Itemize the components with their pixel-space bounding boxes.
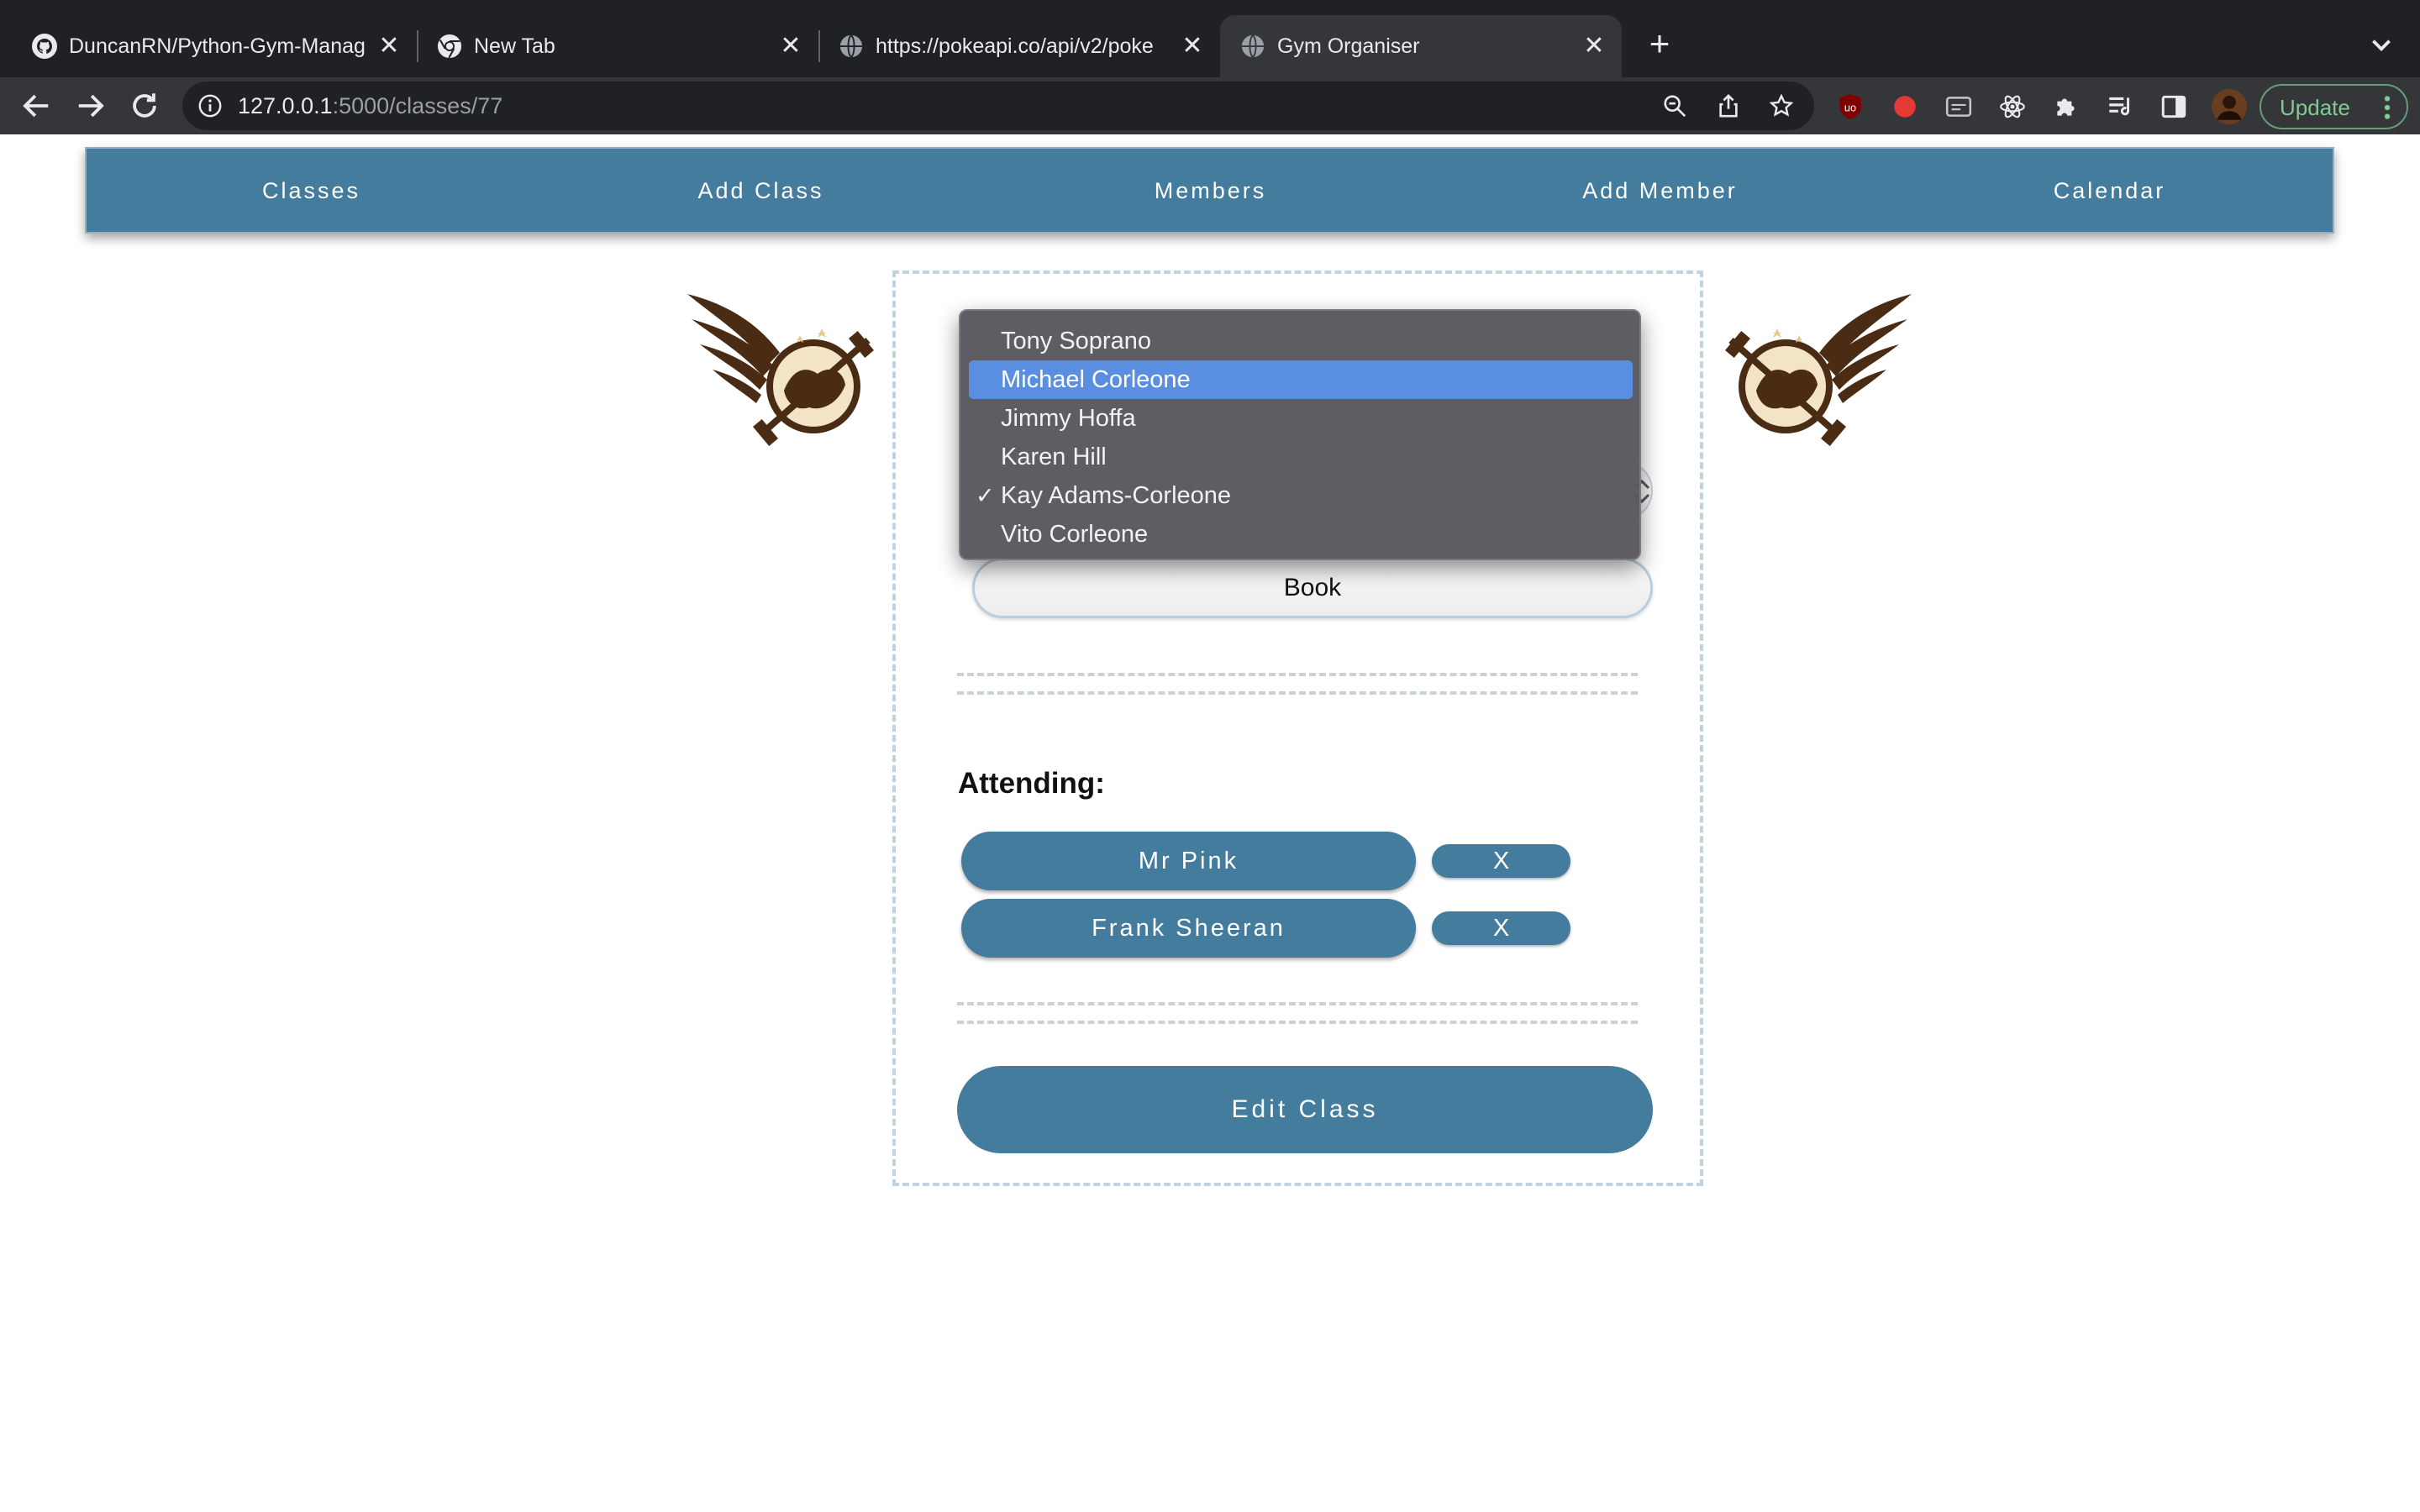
option-label: Kay Adams-Corleone — [1001, 482, 1232, 509]
react-devtools-icon[interactable] — [1998, 92, 2027, 121]
attending-heading: Attending: — [958, 767, 1105, 800]
extensions-puzzle-icon[interactable] — [2052, 92, 2081, 121]
option-label: Vito Corleone — [1001, 521, 1149, 548]
site-info-icon[interactable] — [197, 93, 223, 118]
new-tab-button[interactable]: + — [1643, 26, 1676, 61]
dropdown-option[interactable]: Karen Hill — [969, 438, 1633, 476]
back-arrow-icon[interactable] — [20, 90, 52, 122]
close-tab-icon[interactable]: ✕ — [778, 34, 803, 59]
browser-toolbar: 127.0.0.1:5000/classes/77 uo Update — [0, 77, 2420, 134]
attendee-button[interactable]: Mr Pink — [961, 832, 1416, 890]
reload-icon[interactable] — [129, 90, 160, 122]
attendee-button[interactable]: Frank Sheeran — [961, 899, 1416, 958]
forward-arrow-icon[interactable] — [75, 90, 107, 122]
css-extension-icon[interactable] — [1944, 92, 1973, 121]
tab-title: Gym Organiser — [1277, 34, 1420, 58]
browser-tab-pokeapi[interactable]: https://pokeapi.co/api/v2/poke ✕ — [818, 15, 1222, 77]
browser-tab-strip: DuncanRN/Python-Gym-Manag ✕ New Tab ✕ ht… — [0, 0, 2420, 77]
remove-attendee-button[interactable]: X — [1432, 844, 1570, 878]
close-tab-icon[interactable]: ✕ — [1581, 34, 1607, 59]
tab-title: DuncanRN/Python-Gym-Manag — [69, 34, 366, 58]
url-path: :5000/classes/77 — [332, 93, 503, 118]
ublock-extension-icon[interactable]: uo — [1836, 92, 1865, 121]
tab-title: https://pokeapi.co/api/v2/poke — [876, 34, 1154, 58]
option-label: Jimmy Hoffa — [1001, 405, 1136, 432]
url-host: 127.0.0.1 — [238, 93, 333, 118]
member-dropdown-menu: Tony Soprano Michael Corleone Jimmy Hoff… — [959, 309, 1641, 560]
more-menu-icon[interactable] — [2379, 93, 2396, 122]
zoom-out-icon[interactable] — [1662, 93, 1687, 118]
option-label: Tony Soprano — [1001, 328, 1151, 354]
divider — [957, 673, 1638, 695]
close-tab-icon[interactable]: ✕ — [376, 34, 402, 59]
chevron-down-icon[interactable] — [2367, 30, 2396, 59]
edit-class-button[interactable]: Edit Class — [957, 1066, 1653, 1153]
nav-members[interactable]: Members — [986, 149, 1435, 233]
option-label: Michael Corleone — [1001, 366, 1191, 393]
reading-list-icon[interactable] — [2106, 92, 2134, 121]
github-icon — [32, 34, 57, 59]
address-bar[interactable]: 127.0.0.1:5000/classes/77 — [182, 81, 1814, 130]
dropdown-option-highlighted[interactable]: Michael Corleone — [969, 360, 1633, 399]
nav-add-member[interactable]: Add Member — [1435, 149, 1885, 233]
globe-icon — [1241, 34, 1265, 58]
avatar[interactable] — [2212, 89, 2247, 124]
nav-classes[interactable]: Classes — [87, 149, 536, 233]
bookmark-star-icon[interactable] — [1769, 93, 1794, 118]
divider — [957, 1002, 1638, 1024]
nav-calendar[interactable]: Calendar — [1885, 149, 2334, 233]
browser-tab-gym-organiser[interactable]: Gym Organiser ✕ — [1220, 15, 1622, 77]
gym-logo-left — [687, 294, 875, 446]
gym-logo-right — [1724, 294, 1912, 446]
book-button[interactable]: Book — [972, 558, 1653, 618]
side-panel-icon[interactable] — [2160, 92, 2188, 121]
record-extension-icon[interactable] — [1891, 92, 1919, 121]
nav-add-class[interactable]: Add Class — [536, 149, 986, 233]
share-icon[interactable] — [1716, 93, 1741, 118]
browser-tab-new-tab[interactable]: New Tab ✕ — [417, 15, 820, 77]
update-label: Update — [2280, 95, 2350, 120]
chrome-icon — [437, 34, 462, 59]
url-text: 127.0.0.1:5000/classes/77 — [238, 92, 502, 119]
tab-title: New Tab — [474, 34, 555, 58]
browser-tab-github[interactable]: DuncanRN/Python-Gym-Manag ✕ — [12, 15, 415, 77]
dropdown-option[interactable]: Vito Corleone — [969, 515, 1633, 554]
remove-attendee-button[interactable]: X — [1432, 911, 1570, 945]
update-button[interactable]: Update — [2260, 84, 2408, 129]
checkmark-icon: ✓ — [976, 483, 995, 508]
close-tab-icon[interactable]: ✕ — [1180, 34, 1205, 59]
main-navbar: Classes Add Class Members Add Member Cal… — [85, 147, 2334, 234]
dropdown-option[interactable]: Jimmy Hoffa — [969, 399, 1633, 438]
svg-text:uo: uo — [1844, 101, 1856, 113]
globe-icon — [839, 34, 863, 58]
dropdown-option-selected[interactable]: ✓ Kay Adams-Corleone — [969, 476, 1633, 515]
dropdown-option[interactable]: Tony Soprano — [969, 322, 1633, 360]
option-label: Karen Hill — [1001, 444, 1107, 470]
